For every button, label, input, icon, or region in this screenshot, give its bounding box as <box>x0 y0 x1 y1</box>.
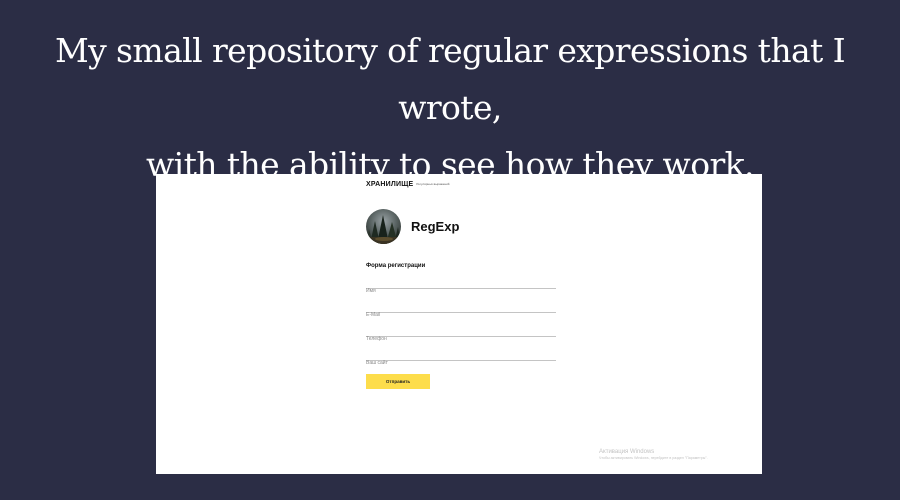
windows-activation-watermark: Активация Windows Чтобы активировать Win… <box>599 449 708 461</box>
website-screenshot: ХРАНИЛИЩЕ Регулярных выражений RegExp Фо… <box>156 174 762 474</box>
brand-subtitle: Регулярных выражений <box>416 182 450 186</box>
name-field <box>366 277 556 296</box>
email-field <box>366 301 556 320</box>
site-header: ХРАНИЛИЩЕ Регулярных выражений <box>366 181 449 188</box>
watermark-subtitle: Чтобы активировать Windows, перейдите в … <box>599 456 708 461</box>
email-input[interactable] <box>366 310 556 320</box>
brand-logo[interactable]: ХРАНИЛИЩЕ <box>366 181 413 188</box>
phone-field <box>366 325 556 344</box>
forest-photo-avatar-icon <box>366 209 401 244</box>
site-field <box>366 349 556 368</box>
phone-input[interactable] <box>366 334 556 344</box>
name-input[interactable] <box>366 286 556 296</box>
headline-line-1: My small repository of regular expressio… <box>54 31 846 127</box>
submit-button[interactable]: Отправить <box>366 374 430 389</box>
site-input[interactable] <box>366 358 556 368</box>
form-title: Форма регистрации <box>366 263 426 269</box>
headline: My small repository of regular expressio… <box>0 22 900 193</box>
profile: RegExp <box>366 209 459 244</box>
profile-name: RegExp <box>411 219 460 234</box>
watermark-title: Активация Windows <box>599 449 655 455</box>
